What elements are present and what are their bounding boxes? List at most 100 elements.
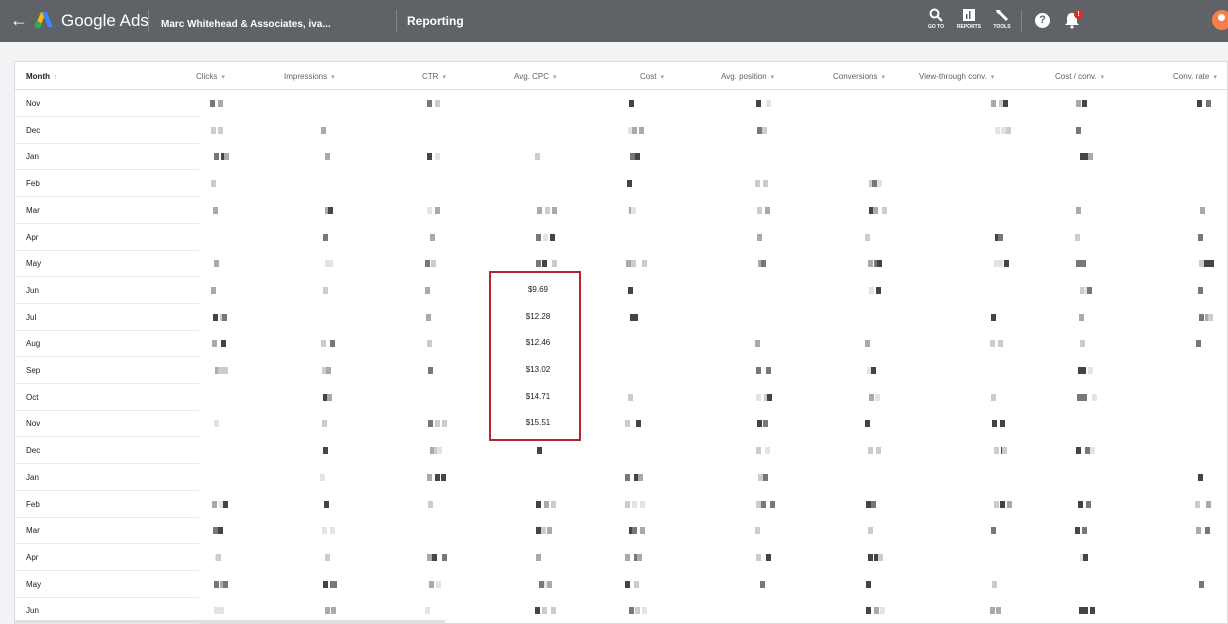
redacted-value	[1081, 260, 1086, 268]
redacted-value	[535, 607, 540, 615]
redacted-value	[876, 286, 881, 294]
redacted-value	[331, 607, 336, 615]
redacted-value	[640, 500, 645, 508]
goto-button[interactable]: GO TO	[921, 8, 951, 30]
redacted-value	[325, 153, 330, 161]
redacted-value	[642, 607, 647, 615]
redacted-value	[222, 313, 227, 321]
horizontal-scrollbar[interactable]	[15, 620, 445, 623]
table-header: Month ↑ Clicks ▾ Impressions ▾ CTR ▾ Avg. CP…	[15, 62, 1227, 90]
back-arrow-icon[interactable]: ←	[9, 10, 29, 30]
redacted-value	[1206, 100, 1211, 107]
redacted-value	[427, 153, 432, 161]
column-header-clicks[interactable]: Clicks ▾	[196, 72, 225, 81]
redacted-value	[1075, 233, 1080, 241]
redacted-value	[427, 206, 432, 214]
redacted-value	[436, 580, 441, 588]
column-header-cost[interactable]: Cost ▾	[640, 72, 664, 81]
column-header-month[interactable]: Month ↑	[26, 72, 58, 81]
header-divider	[1021, 10, 1022, 32]
redacted-value	[996, 607, 1001, 615]
table-row: Jul	[15, 304, 199, 331]
redacted-value	[1076, 126, 1081, 134]
redacted-value	[766, 100, 771, 107]
redacted-value	[1000, 500, 1005, 508]
redacted-value	[874, 607, 879, 615]
redacted-value	[213, 206, 218, 214]
redacted-value	[756, 100, 761, 107]
month-cell: Feb	[26, 499, 40, 509]
redacted-value	[757, 420, 762, 428]
column-header-impressions[interactable]: Impressions ▾	[284, 72, 335, 81]
redacted-value	[866, 607, 871, 615]
redacted-value	[323, 233, 328, 241]
redacted-value	[877, 180, 882, 188]
redacted-value	[427, 340, 432, 348]
table-row: Mar	[15, 517, 199, 545]
column-header-conversions[interactable]: Conversions ▾	[833, 72, 885, 81]
redacted-value	[628, 393, 633, 401]
redacted-value	[435, 420, 440, 428]
redacted-value	[767, 393, 772, 401]
redacted-value	[995, 126, 1000, 134]
column-header-view-through-conv[interactable]: View-through conv. ▾	[919, 72, 994, 81]
redacted-value	[869, 393, 874, 401]
reports-button[interactable]: REPORTS	[954, 8, 984, 30]
redacted-value	[536, 233, 541, 241]
table-row: Dec	[15, 117, 199, 144]
redacted-value	[325, 553, 330, 561]
table-row: Aug	[15, 330, 199, 358]
redacted-value	[219, 607, 224, 615]
redacted-value	[551, 500, 556, 508]
redacted-value	[871, 367, 876, 374]
redacted-value	[212, 340, 217, 348]
redacted-value	[430, 233, 435, 241]
redacted-value	[756, 367, 761, 374]
redacted-value	[547, 580, 552, 588]
month-cell: Jan	[26, 152, 39, 162]
month-cell: Apr	[26, 552, 39, 562]
redacted-value	[1081, 367, 1086, 374]
redacted-value	[218, 100, 223, 107]
reports-label: REPORTS	[956, 24, 982, 30]
redacted-value	[991, 393, 996, 401]
account-name[interactable]: Marc Whitehead & Associates, iva...	[161, 19, 331, 30]
redacted-value	[1090, 607, 1095, 615]
redacted-value	[757, 206, 762, 214]
redacted-value	[442, 553, 447, 561]
column-header-avg-cpc[interactable]: Avg. CPC ▾	[514, 72, 557, 81]
redacted-value	[866, 580, 871, 588]
redacted-value	[992, 580, 997, 588]
column-header-conv-rate[interactable]: Conv. rate ▾	[1173, 72, 1217, 81]
redacted-value	[326, 367, 331, 374]
avatar[interactable]	[1212, 10, 1228, 30]
redacted-value	[637, 553, 642, 561]
table-row: Dec	[15, 437, 199, 465]
redacted-value	[756, 447, 761, 455]
help-icon[interactable]: ?	[1035, 13, 1050, 28]
month-cell: Dec	[26, 125, 41, 135]
redacted-value	[871, 500, 876, 508]
redacted-value	[214, 580, 219, 588]
redacted-value	[757, 233, 762, 241]
redacted-value	[632, 500, 637, 508]
redacted-value	[542, 607, 547, 615]
tools-button[interactable]: TOOLS	[987, 8, 1017, 30]
redacted-value	[761, 260, 766, 268]
redacted-value	[437, 447, 442, 455]
google-ads-logo-icon[interactable]	[34, 11, 54, 29]
redacted-value	[1199, 580, 1204, 588]
table-row: Apr	[15, 224, 199, 251]
redacted-value	[544, 500, 549, 508]
redacted-value	[770, 500, 775, 508]
month-cell: Nov	[26, 419, 41, 429]
redacted-value	[543, 233, 548, 241]
column-header-avg-position[interactable]: Avg. position ▾	[721, 72, 774, 81]
column-header-ctr[interactable]: CTR ▾	[422, 72, 446, 81]
column-header-cost-per-conv[interactable]: Cost / conv. ▾	[1055, 72, 1104, 81]
redacted-value	[323, 286, 328, 294]
redacted-value	[428, 367, 433, 374]
redacted-value	[631, 260, 636, 268]
redacted-value	[878, 553, 883, 561]
redacted-value	[877, 260, 882, 268]
